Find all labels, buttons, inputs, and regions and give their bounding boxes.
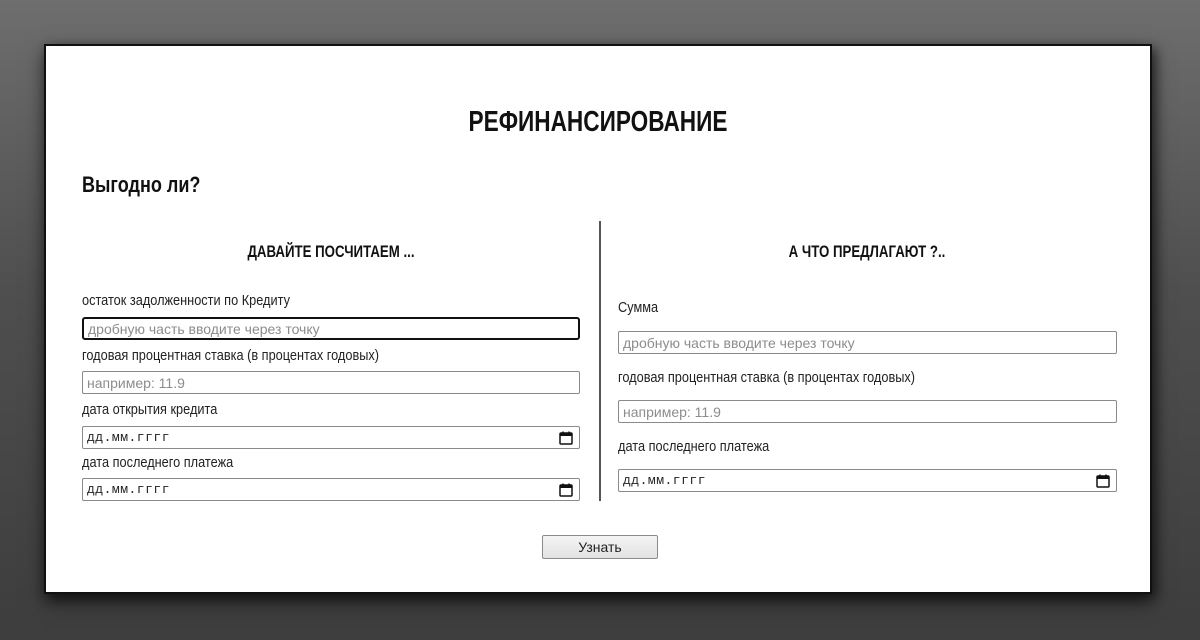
- left-last-payment-value: дд.мм.гггг: [87, 482, 171, 497]
- debt-input[interactable]: [82, 317, 580, 340]
- open-date-label: дата открытия кредита: [82, 401, 218, 418]
- right-column-heading: А ЧТО ПРЕДЛАГАЮТ ?..: [788, 242, 946, 261]
- left-last-payment-input[interactable]: дд.мм.гггг: [82, 478, 580, 501]
- page-subtitle: Выгодно ли?: [82, 172, 201, 197]
- right-last-payment-label: дата последнего платежа: [618, 438, 770, 455]
- open-date-input[interactable]: дд.мм.гггг: [82, 426, 580, 449]
- page-title: РЕФИНАНСИРОВАНИЕ: [468, 106, 728, 138]
- right-rate-label: годовая процентная ставка (в процентах г…: [618, 369, 916, 386]
- calendar-icon[interactable]: [559, 483, 573, 497]
- submit-button[interactable]: Узнать: [542, 535, 658, 559]
- calendar-icon[interactable]: [1096, 474, 1110, 488]
- sum-input[interactable]: [618, 331, 1117, 354]
- right-last-payment-value: дд.мм.гггг: [623, 473, 707, 488]
- open-date-value: дд.мм.гггг: [87, 430, 171, 445]
- column-divider: [599, 221, 601, 501]
- left-column-heading: ДАВАЙТЕ ПОСЧИТАЕМ ...: [247, 242, 415, 261]
- right-rate-input[interactable]: [618, 400, 1117, 423]
- left-last-payment-label: дата последнего платежа: [82, 454, 234, 471]
- calendar-icon[interactable]: [559, 431, 573, 445]
- refinance-form-card: РЕФИНАНСИРОВАНИЕ Выгодно ли? ДАВАЙТЕ ПОС…: [44, 44, 1152, 594]
- debt-label: остаток задолженности по Кредиту: [82, 292, 290, 309]
- left-rate-label: годовая процентная ставка (в процентах г…: [82, 347, 380, 364]
- left-rate-input[interactable]: [82, 371, 580, 394]
- sum-label: Сумма: [618, 299, 659, 316]
- right-last-payment-input[interactable]: дд.мм.гггг: [618, 469, 1117, 492]
